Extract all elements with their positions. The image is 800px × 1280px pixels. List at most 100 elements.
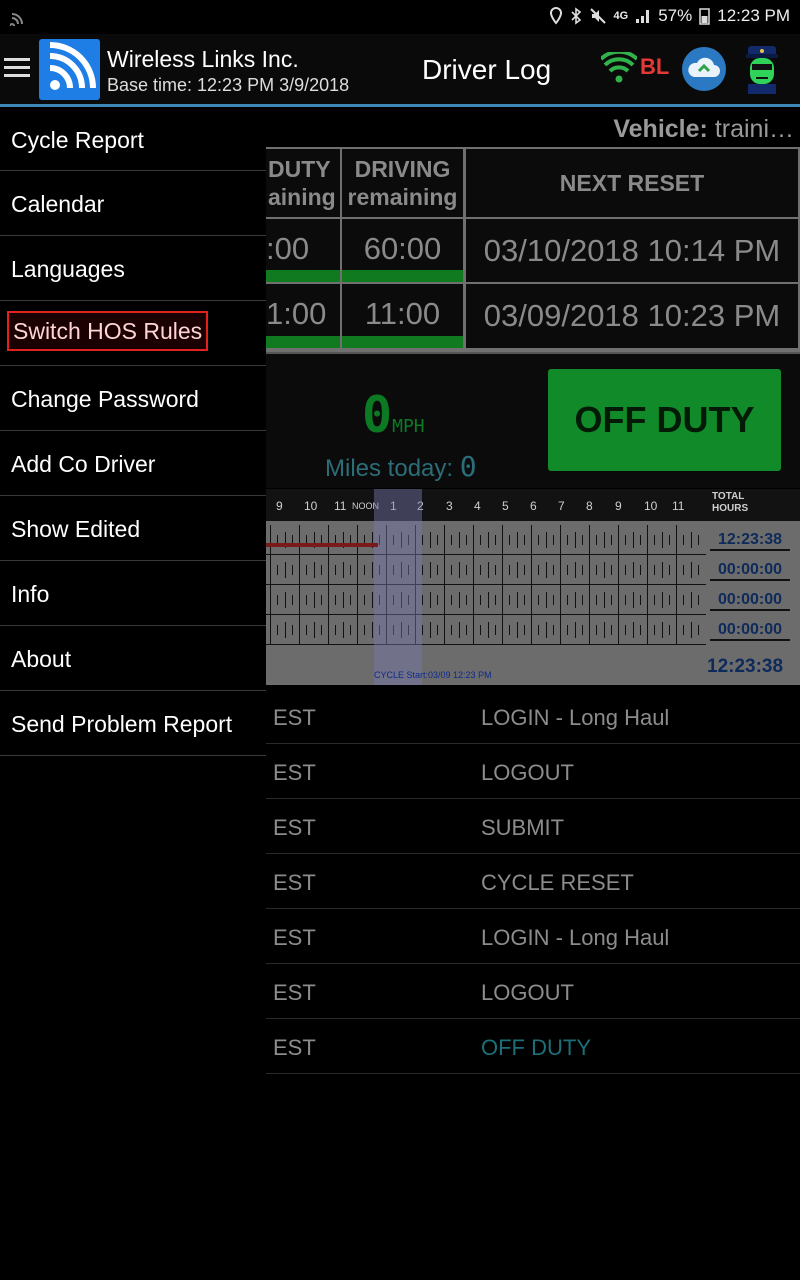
event-timezone: EST <box>273 870 316 895</box>
event-row[interactable]: EST LOGIN - Long Haul <box>266 909 800 964</box>
drawer-item-change-password[interactable]: Change Password <box>0 366 266 431</box>
hour-label: 9 <box>615 499 622 513</box>
grid-tick <box>639 565 641 575</box>
grid-tick <box>596 565 598 575</box>
grid-tick <box>473 555 474 585</box>
app-bar: Wireless Links Inc. Base time: 12:23 PM … <box>0 34 800 104</box>
total-row-1: 12:23:38 <box>710 531 790 551</box>
grid-tick <box>487 592 489 608</box>
event-row[interactable]: EST LOGIN - Long Haul <box>266 689 800 744</box>
hour-label: 3 <box>446 499 453 513</box>
grid-tick <box>494 535 496 545</box>
event-row[interactable]: EST OFF DUTY <box>266 1019 800 1074</box>
event-name: LOGIN - Long Haul <box>481 925 670 950</box>
grid-tick <box>676 585 677 615</box>
event-row[interactable]: EST LOGOUT <box>266 964 800 1019</box>
drawer-item-send-problem-report[interactable]: Send Problem Report <box>0 691 266 756</box>
drawer-item-switch-hos-rules[interactable]: Switch HOS Rules <box>0 301 266 366</box>
grid-tick <box>545 532 547 548</box>
drawer-item-cycle-report[interactable]: Cycle Report <box>0 107 266 171</box>
wifi-icon[interactable] <box>601 52 637 84</box>
grid-tick <box>429 562 431 578</box>
hour-label: 5 <box>502 499 509 513</box>
nav-drawer: Cycle Report Calendar Languages Switch HOS … <box>0 107 266 1280</box>
grid-tick <box>560 585 561 615</box>
event-row[interactable]: EST LOGOUT <box>266 744 800 799</box>
event-timezone: EST <box>273 815 316 840</box>
grid-tick <box>560 615 561 645</box>
grid-tick <box>342 592 344 608</box>
grid-tick <box>581 595 583 605</box>
drawer-item-label: Info <box>11 581 50 607</box>
log-graph[interactable]: 9 10 11 NOON 1 2 3 4 5 6 7 8 9 10 11 TOTAL HOURS 12:23:… <box>266 489 800 685</box>
grid-tick <box>335 625 337 635</box>
grid-tick <box>458 562 460 578</box>
event-timezone: EST <box>273 760 316 785</box>
grid-tick <box>465 565 467 575</box>
vehicle-label[interactable]: Vehicle: traini… <box>613 115 794 144</box>
grid-tick <box>451 565 453 575</box>
grid-tick <box>531 615 532 645</box>
grid-tick <box>567 565 569 575</box>
menu-icon[interactable] <box>4 58 30 78</box>
event-row[interactable]: EST SUBMIT <box>266 799 800 854</box>
event-name: LOGOUT <box>481 980 574 1005</box>
drawer-item-add-co-driver[interactable]: Add Co Driver <box>0 431 266 496</box>
grid-tick <box>574 592 576 608</box>
grid-tick <box>364 625 366 635</box>
speed-unit: MPH <box>392 416 425 437</box>
current-time-highlight <box>374 489 422 685</box>
grid-tick <box>357 525 358 555</box>
grid-tick <box>596 595 598 605</box>
grid-tick <box>349 565 351 575</box>
grid-tick <box>436 535 438 545</box>
grid-tick <box>516 532 518 548</box>
grid-tick <box>654 535 656 545</box>
event-row[interactable]: EST CYCLE RESET <box>266 854 800 909</box>
network-type: 4G <box>613 10 629 22</box>
grid-tick <box>523 625 525 635</box>
grid-tick <box>509 595 511 605</box>
grid-tick <box>342 622 344 638</box>
drawer-item-label: Switch HOS Rules <box>7 311 209 351</box>
drawer-item-label: About <box>11 646 72 672</box>
bluetooth-status[interactable]: BL <box>640 54 669 80</box>
grid-tick <box>661 622 663 638</box>
grid-tick <box>480 535 482 545</box>
grid-tick <box>552 625 554 635</box>
drawer-item-info[interactable]: Info <box>0 561 266 626</box>
grid-tick <box>552 595 554 605</box>
log-grid-row <box>266 555 706 585</box>
cloud-sync-icon[interactable] <box>682 47 726 91</box>
grid-tick <box>516 562 518 578</box>
grid-tick <box>277 625 279 635</box>
drawer-item-calendar[interactable]: Calendar <box>0 171 266 236</box>
grid-tick <box>277 565 279 575</box>
grid-tick <box>320 625 322 635</box>
grid-tick <box>436 625 438 635</box>
grid-tick <box>335 565 337 575</box>
grid-tick <box>451 625 453 635</box>
grid-tick <box>357 555 358 585</box>
grid-tick <box>444 555 445 585</box>
grid-tick <box>509 565 511 575</box>
officer-icon[interactable] <box>740 44 784 94</box>
drawer-item-about[interactable]: About <box>0 626 266 691</box>
grid-tick <box>625 625 627 635</box>
app-logo-icon <box>39 39 100 100</box>
hour-label: 6 <box>530 499 537 513</box>
grid-tick <box>683 595 685 605</box>
hour-label: 9 <box>276 499 283 513</box>
drawer-item-languages[interactable]: Languages <box>0 236 266 301</box>
grid-tick <box>545 562 547 578</box>
drawer-item-show-edited[interactable]: Show Edited <box>0 496 266 561</box>
grid-tick <box>516 592 518 608</box>
grid-tick <box>560 525 561 555</box>
grid-tick <box>639 625 641 635</box>
cycle-start: CYCLE Start:03/09 12:23 PM <box>374 670 492 680</box>
grid-tick <box>697 625 699 635</box>
off-duty-line <box>266 543 378 547</box>
grid-tick <box>596 535 598 545</box>
grid-tick <box>610 565 612 575</box>
duty-status-button[interactable]: OFF DUTY <box>548 369 781 471</box>
